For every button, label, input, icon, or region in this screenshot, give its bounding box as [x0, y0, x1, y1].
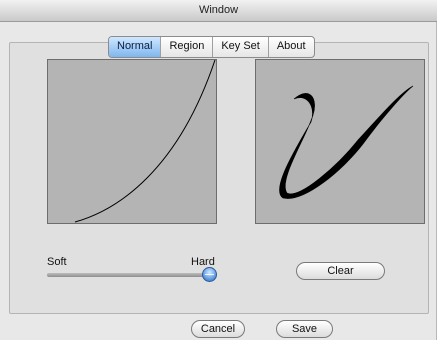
firmness-slider[interactable]	[47, 273, 213, 277]
slider-thumb[interactable]	[202, 267, 217, 282]
title-bar[interactable]: Window	[0, 0, 437, 22]
preferences-window: Window Normal Region Key Set About Soft …	[0, 0, 437, 340]
save-button[interactable]: Save	[276, 320, 333, 338]
drawn-stroke	[279, 85, 414, 199]
pressure-curve-graph	[74, 60, 216, 223]
tab-normal[interactable]: Normal	[109, 37, 162, 57]
pressure-curve-panel	[47, 59, 217, 224]
tab-bar: Normal Region Key Set About	[108, 36, 315, 58]
hard-label: Hard	[191, 256, 215, 268]
test-drawing-area[interactable]	[255, 59, 425, 224]
cancel-button[interactable]: Cancel	[191, 320, 245, 338]
soft-label: Soft	[47, 256, 67, 268]
drawing-canvas	[279, 85, 414, 199]
clear-button[interactable]: Clear	[296, 262, 385, 280]
tab-key-set[interactable]: Key Set	[213, 37, 269, 57]
pressure-curve-line	[74, 60, 216, 223]
tab-about[interactable]: About	[269, 37, 314, 57]
tab-region[interactable]: Region	[161, 37, 214, 57]
window-title: Window	[198, 4, 239, 16]
